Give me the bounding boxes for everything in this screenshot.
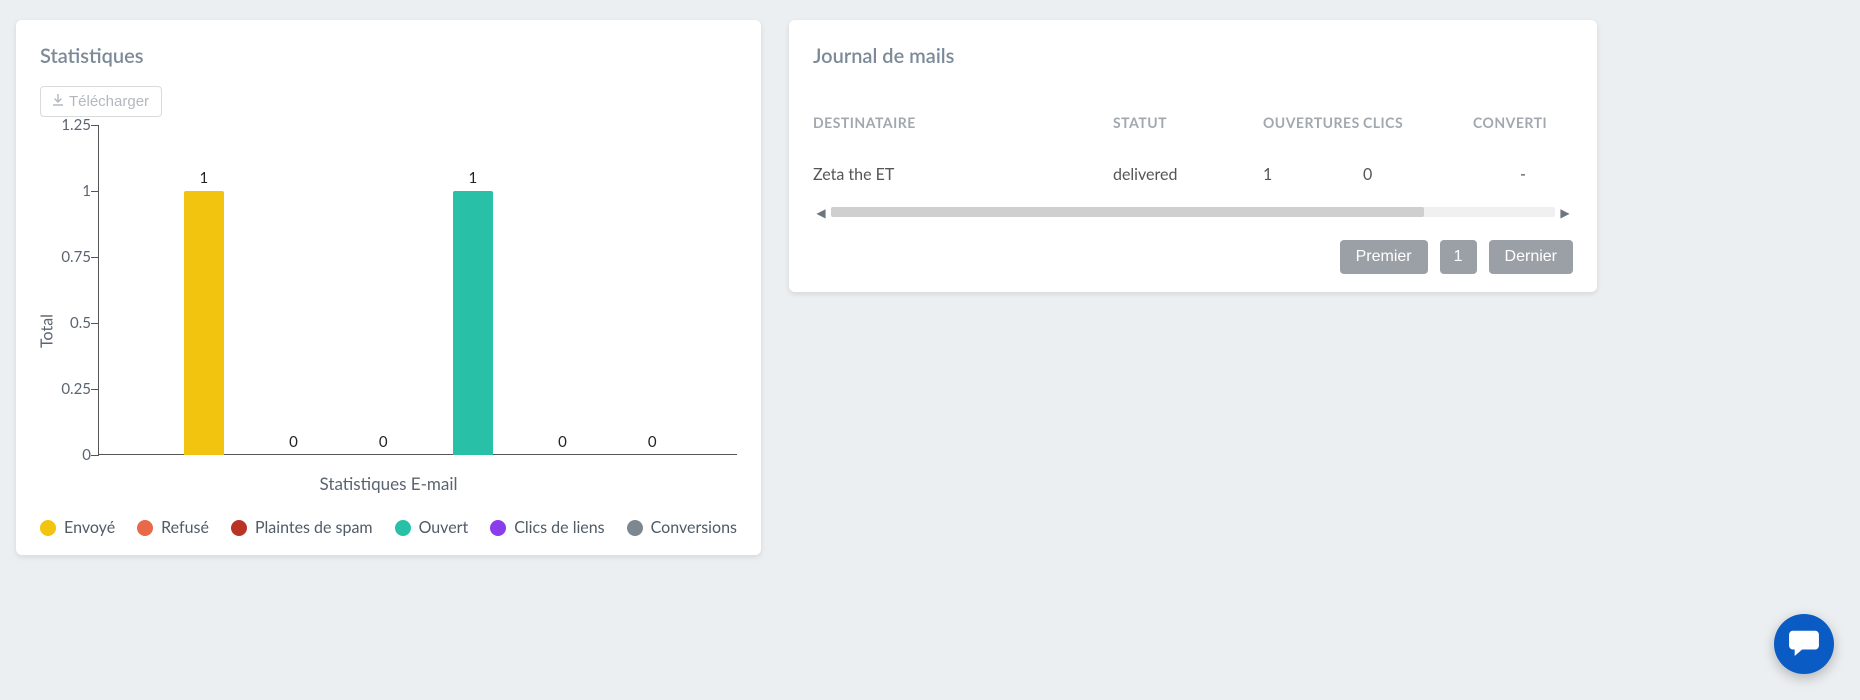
legend-label: Envoyé — [64, 518, 115, 537]
download-icon — [53, 93, 63, 110]
bar-value-label: 1 — [199, 169, 208, 187]
legend-item[interactable]: Plaintes de spam — [231, 518, 373, 537]
pager-last[interactable]: Dernier — [1489, 240, 1573, 274]
cell-converted: - — [1473, 165, 1573, 184]
col-clicks[interactable]: CLICS — [1363, 114, 1473, 131]
scroll-left-icon[interactable]: ◀ — [813, 204, 829, 220]
mail-log-card: Journal de mails DESTINATAIRE STATUT OUV… — [789, 20, 1597, 292]
cell-opens: 1 — [1263, 165, 1363, 184]
log-header-row: DESTINATAIRE STATUT OUVERTURES CLICS CON… — [813, 86, 1573, 153]
chart-area: Total 100100 00.250.50.7511.25 Statistiq… — [40, 125, 737, 537]
legend-dot-icon — [231, 520, 247, 536]
chat-launcher-button[interactable] — [1774, 614, 1834, 674]
y-tick-label: 0.25 — [43, 380, 91, 398]
legend-item[interactable]: Conversions — [627, 518, 737, 537]
bar-value-label: 0 — [379, 433, 388, 451]
pager-first[interactable]: Premier — [1340, 240, 1428, 274]
bar-column: 1 — [428, 125, 518, 455]
col-status[interactable]: STATUT — [1113, 114, 1263, 131]
legend-item[interactable]: Ouvert — [395, 518, 469, 537]
horizontal-scrollbar[interactable]: ◀ ▶ — [813, 204, 1573, 220]
y-tick — [91, 257, 99, 258]
legend-dot-icon — [40, 520, 56, 536]
cell-recipient: Zeta the ET — [813, 165, 1113, 184]
chart-legend: Envoyé Refusé Plaintes de spam Ouvert Clics … — [40, 518, 737, 537]
table-row[interactable]: Zeta the ETdelivered10- — [813, 153, 1573, 196]
legend-label: Ouvert — [419, 518, 469, 537]
y-tick-label: 1.25 — [43, 116, 91, 134]
stats-title: Statistiques — [40, 44, 737, 68]
download-button[interactable]: Télécharger — [40, 86, 162, 117]
legend-item[interactable]: Envoyé — [40, 518, 115, 537]
col-opens[interactable]: OUVERTURES — [1263, 114, 1363, 131]
y-tick — [91, 125, 99, 126]
col-converted[interactable]: CONVERTI — [1473, 114, 1573, 131]
pager: Premier 1 Dernier — [813, 240, 1573, 274]
bar-column: 0 — [338, 125, 428, 455]
col-recipient[interactable]: DESTINATAIRE — [813, 114, 1113, 131]
bar-value-label: 0 — [289, 433, 298, 451]
bar[interactable] — [184, 191, 224, 455]
bar-column: 0 — [518, 125, 608, 455]
bar-column: 0 — [607, 125, 697, 455]
chart-plot: 100100 00.250.50.7511.25 — [98, 125, 737, 455]
y-tick — [91, 389, 99, 390]
bar-column: 0 — [249, 125, 339, 455]
y-tick-label: 0.5 — [43, 314, 91, 332]
cell-clicks: 0 — [1363, 165, 1473, 184]
y-tick-label: 1 — [43, 182, 91, 200]
scroll-right-icon[interactable]: ▶ — [1557, 204, 1573, 220]
stats-card: Statistiques Télécharger Total 100100 00… — [16, 20, 761, 555]
download-label: Télécharger — [69, 93, 149, 110]
scroll-thumb[interactable] — [831, 207, 1424, 217]
chat-icon — [1789, 628, 1819, 660]
cell-status: delivered — [1113, 165, 1263, 184]
y-tick-label: 0.75 — [43, 248, 91, 266]
bar-value-label: 1 — [468, 169, 477, 187]
y-tick-label: 0 — [43, 446, 91, 464]
chart-xlabel: Statistiques E-mail — [40, 473, 737, 494]
bar-value-label: 0 — [558, 433, 567, 451]
legend-dot-icon — [137, 520, 153, 536]
legend-dot-icon — [395, 520, 411, 536]
legend-dot-icon — [627, 520, 643, 536]
legend-label: Clics de liens — [514, 518, 604, 537]
y-tick — [91, 323, 99, 324]
legend-label: Refusé — [161, 518, 209, 537]
bar-value-label: 0 — [648, 433, 657, 451]
legend-dot-icon — [490, 520, 506, 536]
legend-item[interactable]: Clics de liens — [490, 518, 604, 537]
pager-page-1[interactable]: 1 — [1440, 240, 1477, 274]
legend-item[interactable]: Refusé — [137, 518, 209, 537]
bar[interactable] — [453, 191, 493, 455]
mail-log-title: Journal de mails — [813, 44, 1573, 68]
legend-label: Plaintes de spam — [255, 518, 373, 537]
legend-label: Conversions — [651, 518, 737, 537]
y-tick — [91, 191, 99, 192]
bar-column: 1 — [159, 125, 249, 455]
y-tick — [91, 455, 99, 456]
